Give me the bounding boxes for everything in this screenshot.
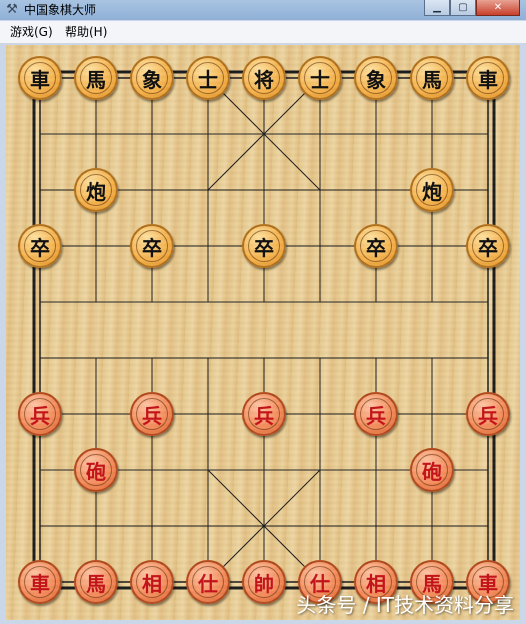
maximize-icon: ▢: [458, 2, 468, 13]
red-elephant-piece[interactable]: 相: [130, 560, 174, 604]
piece-label: 砲: [422, 459, 442, 484]
red-cannon-piece[interactable]: 砲: [410, 448, 454, 492]
red-soldier-piece[interactable]: 兵: [466, 392, 510, 436]
window-title: 中国象棋大师: [24, 3, 97, 17]
piece-label: 将: [254, 67, 274, 92]
board-grid: [32, 70, 496, 590]
black-soldier-piece[interactable]: 卒: [18, 224, 62, 268]
minimize-button[interactable]: ▁: [424, 0, 450, 16]
piece-label: 卒: [142, 235, 162, 260]
red-soldier-piece[interactable]: 兵: [354, 392, 398, 436]
piece-label: 兵: [366, 403, 386, 428]
piece-label: 象: [366, 67, 386, 92]
piece-label: 車: [30, 571, 50, 596]
red-advisor-piece[interactable]: 仕: [186, 560, 230, 604]
piece-label: 卒: [478, 235, 498, 260]
red-horse-piece[interactable]: 馬: [74, 560, 118, 604]
piece-label: 砲: [86, 459, 106, 484]
piece-label: 馬: [86, 67, 106, 92]
piece-label: 車: [30, 67, 50, 92]
piece-label: 卒: [254, 235, 274, 260]
black-soldier-piece[interactable]: 卒: [242, 224, 286, 268]
black-cannon-piece[interactable]: 炮: [74, 168, 118, 212]
black-horse-piece[interactable]: 馬: [410, 56, 454, 100]
black-soldier-piece[interactable]: 卒: [466, 224, 510, 268]
chess-board[interactable]: 車馬象士将士象馬車炮炮卒卒卒卒卒兵兵兵兵兵砲砲車馬相仕帥仕相馬車: [6, 45, 520, 620]
piece-label: 相: [142, 571, 162, 596]
black-chariot-piece[interactable]: 車: [466, 56, 510, 100]
black-elephant-piece[interactable]: 象: [354, 56, 398, 100]
piece-label: 士: [198, 67, 218, 92]
black-horse-piece[interactable]: 馬: [74, 56, 118, 100]
pipe-app-icon: ⚒: [6, 2, 18, 17]
black-general-piece[interactable]: 将: [242, 56, 286, 100]
piece-label: 炮: [86, 179, 106, 204]
black-cannon-piece[interactable]: 炮: [410, 168, 454, 212]
menu-help[interactable]: 帮助(H): [65, 25, 107, 39]
piece-label: 馬: [86, 571, 106, 596]
piece-label: 象: [142, 67, 162, 92]
piece-label: 卒: [30, 235, 50, 260]
piece-label: 炮: [422, 179, 442, 204]
piece-label: 卒: [366, 235, 386, 260]
piece-label: 兵: [254, 403, 274, 428]
piece-label: 車: [478, 571, 498, 596]
red-soldier-piece[interactable]: 兵: [130, 392, 174, 436]
menu-bar: 游戏(G) 帮助(H): [0, 21, 526, 44]
maximize-button[interactable]: ▢: [450, 0, 476, 16]
black-soldier-piece[interactable]: 卒: [354, 224, 398, 268]
black-elephant-piece[interactable]: 象: [130, 56, 174, 100]
piece-label: 車: [478, 67, 498, 92]
piece-label: 士: [310, 67, 330, 92]
black-soldier-piece[interactable]: 卒: [130, 224, 174, 268]
close-button[interactable]: ✕: [476, 0, 520, 16]
title-bar[interactable]: ⚒ 中国象棋大师 ▁ ▢ ✕: [0, 0, 526, 20]
black-advisor-piece[interactable]: 士: [186, 56, 230, 100]
window-controls: ▁ ▢ ✕: [424, 0, 520, 16]
menu-game[interactable]: 游戏(G): [10, 25, 53, 39]
piece-label: 仕: [198, 571, 218, 596]
red-cannon-piece[interactable]: 砲: [74, 448, 118, 492]
piece-label: 相: [366, 571, 386, 596]
close-icon: ✕: [493, 2, 503, 13]
black-advisor-piece[interactable]: 士: [298, 56, 342, 100]
piece-label: 帥: [254, 571, 274, 596]
red-soldier-piece[interactable]: 兵: [18, 392, 62, 436]
black-chariot-piece[interactable]: 車: [18, 56, 62, 100]
piece-label: 兵: [30, 403, 50, 428]
piece-label: 馬: [422, 67, 442, 92]
piece-label: 兵: [478, 403, 498, 428]
minimize-icon: ▁: [433, 2, 441, 13]
piece-label: 兵: [142, 403, 162, 428]
red-chariot-piece[interactable]: 車: [18, 560, 62, 604]
piece-label: 仕: [310, 571, 330, 596]
red-general-piece[interactable]: 帥: [242, 560, 286, 604]
red-soldier-piece[interactable]: 兵: [242, 392, 286, 436]
piece-label: 馬: [422, 571, 442, 596]
